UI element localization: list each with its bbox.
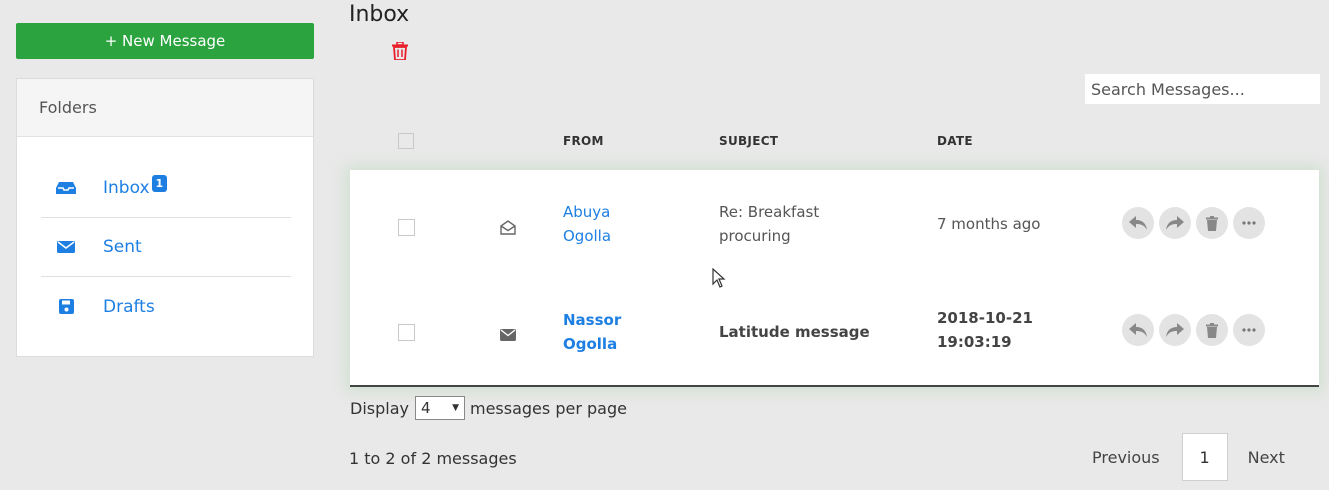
message-subject[interactable]: Latitude message (719, 320, 879, 344)
select-all-checkbox[interactable] (398, 133, 414, 149)
inbox-icon (55, 180, 77, 196)
forward-button[interactable] (1159, 314, 1191, 346)
table-row[interactable]: Nassor Ogolla Latitude message 2018-10-2… (350, 282, 1319, 382)
from-last-name[interactable]: Ogolla (563, 224, 673, 248)
previous-page-button[interactable]: Previous (1092, 448, 1160, 467)
row-checkbox[interactable] (398, 219, 415, 236)
folders-heading: Folders (17, 79, 313, 137)
page-1-button[interactable]: 1 (1181, 433, 1228, 481)
search-input[interactable] (1085, 74, 1320, 104)
from-first-name[interactable]: Nassor (563, 308, 673, 332)
unread-count-badge: 1 (151, 174, 168, 192)
forward-icon (1166, 323, 1184, 337)
subject-line-2[interactable]: procuring (719, 224, 879, 248)
reply-button[interactable] (1122, 207, 1154, 239)
trash-icon (1206, 322, 1218, 338)
ellipsis-icon (1242, 221, 1256, 225)
row-checkbox[interactable] (398, 324, 415, 341)
trash-icon (1206, 215, 1218, 231)
column-header-subject[interactable]: SUBJECT (719, 134, 778, 148)
page-title: Inbox (349, 2, 410, 27)
forward-icon (1166, 216, 1184, 230)
delete-button[interactable] (1196, 207, 1228, 239)
envelope-closed-icon (500, 326, 516, 341)
forward-button[interactable] (1159, 207, 1191, 239)
subject-line-1[interactable]: Latitude message (719, 320, 879, 344)
date-line-1: 2018-10-21 (937, 309, 1033, 327)
folder-label-drafts: Drafts (103, 296, 155, 317)
next-page-button[interactable]: Next (1248, 448, 1285, 467)
row-actions (1122, 314, 1265, 346)
delete-selected-trash-icon[interactable] (392, 41, 408, 61)
envelope-icon (55, 239, 77, 255)
message-from[interactable]: Abuya Ogolla (563, 200, 673, 248)
column-header-date[interactable]: DATE (937, 134, 973, 148)
reply-button[interactable] (1122, 314, 1154, 346)
per-page-select[interactable]: 4 ▼ (414, 396, 465, 420)
folder-item-sent[interactable]: Sent (41, 218, 291, 277)
reply-icon (1129, 216, 1147, 230)
display-suffix: messages per page (469, 398, 627, 418)
date-line-1: 7 months ago (937, 215, 1041, 233)
mouse-cursor-icon (712, 267, 726, 288)
column-header-from[interactable]: FROM (563, 134, 604, 148)
folders-panel: Folders Inbox 1 Sent Drafts (16, 78, 314, 357)
more-options-button[interactable] (1233, 314, 1265, 346)
folder-item-drafts[interactable]: Drafts (41, 277, 291, 336)
pagination: Previous 1 Next (1080, 433, 1285, 481)
from-first-name[interactable]: Abuya (563, 200, 673, 224)
per-page-value: 4 (420, 399, 431, 417)
message-subject[interactable]: Re: Breakfast procuring (719, 200, 879, 248)
ellipsis-icon (1242, 328, 1256, 332)
save-icon (55, 299, 77, 315)
subject-line-1[interactable]: Re: Breakfast (719, 200, 879, 224)
message-date: 7 months ago (937, 212, 1067, 236)
folders-heading-label: Folders (39, 98, 97, 117)
message-date: 2018-10-21 19:03:19 (937, 306, 1067, 354)
date-line-2: 19:03:19 (937, 333, 1012, 351)
from-last-name[interactable]: Ogolla (563, 332, 673, 356)
display-per-page: Display 4 ▼ messages per page (350, 396, 627, 420)
display-prefix: Display (350, 398, 409, 418)
chevron-down-icon: ▼ (452, 403, 459, 413)
table-row[interactable]: Abuya Ogolla Re: Breakfast procuring 7 m… (350, 174, 1319, 274)
reply-icon (1129, 323, 1147, 337)
message-from[interactable]: Nassor Ogolla (563, 308, 673, 356)
row-actions (1122, 207, 1265, 239)
new-message-button[interactable]: + New Message (16, 23, 314, 59)
results-summary: 1 to 2 of 2 messages (349, 449, 517, 468)
folder-label-inbox: Inbox (103, 178, 150, 198)
more-options-button[interactable] (1233, 207, 1265, 239)
messages-table: Abuya Ogolla Re: Breakfast procuring 7 m… (350, 170, 1319, 387)
envelope-open-icon (500, 220, 516, 235)
folder-label-sent: Sent (103, 237, 142, 257)
folder-item-inbox[interactable]: Inbox 1 (41, 159, 291, 218)
delete-button[interactable] (1196, 314, 1228, 346)
